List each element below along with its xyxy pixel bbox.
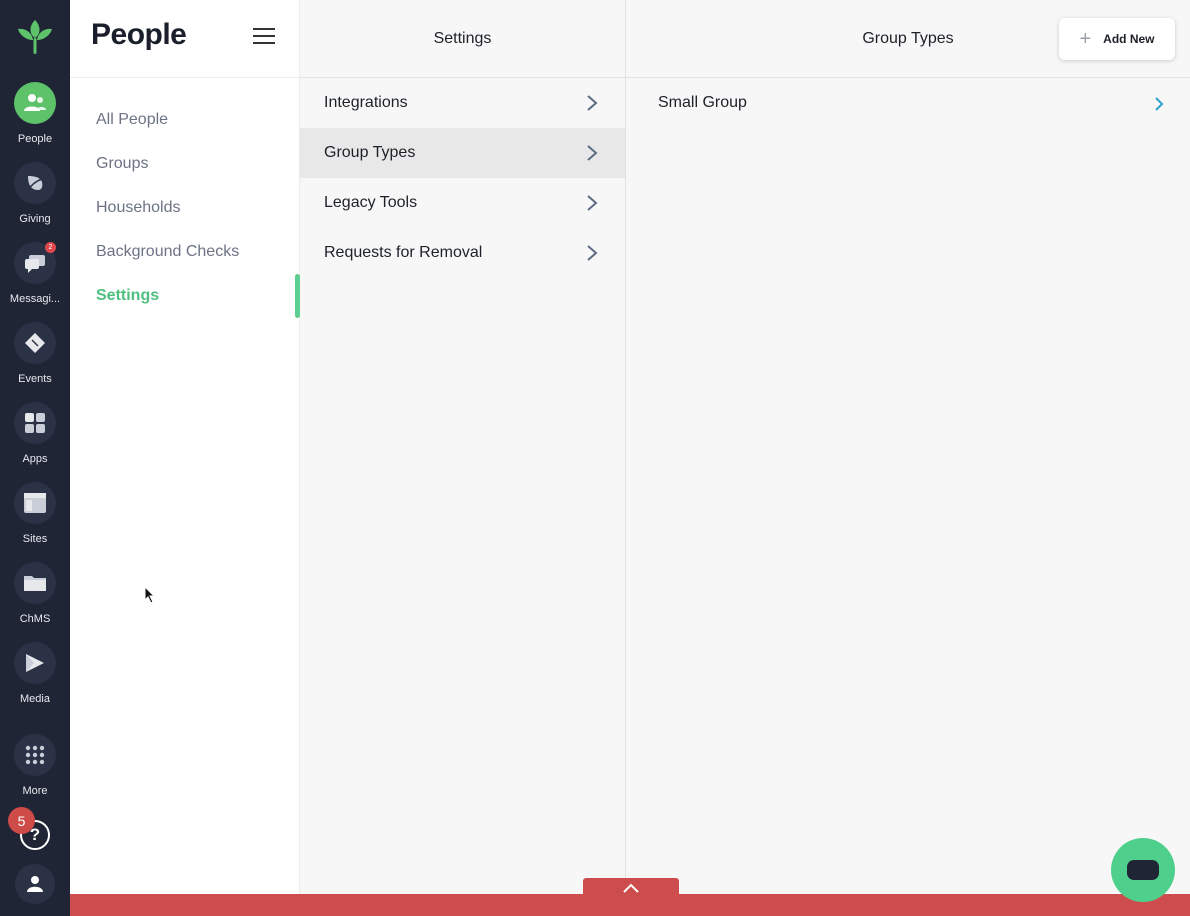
rail-label: Media: [20, 693, 50, 705]
settings-row-legacy-tools[interactable]: Legacy Tools: [300, 178, 625, 228]
rail-item-people[interactable]: People: [0, 82, 70, 145]
plus-icon: +: [1079, 28, 1092, 50]
rail-label: Messagi...: [9, 293, 61, 305]
sprout-logo-icon[interactable]: [15, 16, 55, 58]
rail-label: Events: [18, 373, 52, 385]
settings-header: Settings: [300, 0, 625, 78]
settings-row-group-types[interactable]: Group Types: [300, 128, 625, 178]
user-icon: [27, 876, 43, 892]
settings-row-integrations[interactable]: Integrations: [300, 78, 625, 128]
nav-item-households[interactable]: Households: [96, 199, 181, 217]
rail-label: Sites: [22, 533, 48, 545]
row-label: Legacy Tools: [324, 194, 418, 211]
row-label: Small Group: [658, 94, 747, 111]
chat-icon: [1127, 860, 1159, 880]
chevron-right-icon: [587, 95, 598, 111]
row-label: Requests for Removal: [324, 244, 483, 261]
page-title: People: [91, 18, 187, 51]
rail-item-apps[interactable]: Apps: [0, 402, 70, 465]
group-types-column: Group Types + Add New Small Group: [626, 0, 1190, 894]
nav-item-groups[interactable]: Groups: [96, 155, 148, 173]
nav-item-settings[interactable]: Settings: [96, 287, 159, 305]
rail-label: Giving: [19, 213, 51, 225]
chevron-right-icon: [587, 195, 598, 211]
ticket-icon: [25, 333, 45, 353]
mouse-cursor-icon: [144, 586, 156, 604]
chat-bubbles-icon: [25, 255, 45, 273]
people-icon: [24, 94, 46, 111]
rail-item-giving[interactable]: Giving: [0, 162, 70, 225]
divider: [70, 77, 300, 78]
messaging-badge: 2: [45, 242, 56, 253]
people-nav-panel: People All People Groups Households Back…: [70, 0, 300, 894]
settings-row-requests-for-removal[interactable]: Requests for Removal: [300, 228, 625, 278]
leaf-icon: [27, 176, 43, 191]
rail-label: People: [17, 133, 53, 145]
rail-item-more[interactable]: More: [0, 734, 70, 797]
account-avatar[interactable]: [15, 864, 55, 904]
add-new-label: Add New: [1103, 32, 1155, 46]
nav-item-background-checks[interactable]: Background Checks: [96, 243, 239, 261]
expand-drawer-button[interactable]: [583, 878, 679, 898]
apps-grid-icon: [25, 413, 45, 433]
help-badge: 5: [8, 807, 35, 834]
chevron-right-icon: [1155, 97, 1164, 111]
chevron-right-icon: [587, 145, 598, 161]
row-label: Group Types: [324, 144, 416, 161]
rail-item-events[interactable]: Events: [0, 322, 70, 385]
chevron-right-icon: [587, 245, 598, 261]
folder-icon: [24, 576, 46, 591]
app-rail: People Giving 2 Messagi... Events Apps S…: [0, 0, 70, 916]
play-icon: [26, 654, 44, 672]
settings-column: Settings Integrations Group Types Legacy…: [300, 0, 626, 894]
rail-item-chms[interactable]: ChMS: [0, 562, 70, 625]
rail-item-media[interactable]: Media: [0, 642, 70, 705]
chevron-up-icon: [623, 883, 639, 893]
add-new-button[interactable]: + Add New: [1059, 18, 1175, 60]
group-type-row-small-group[interactable]: Small Group: [626, 78, 1190, 128]
website-icon: [24, 493, 46, 513]
dots-grid-icon: [25, 745, 45, 765]
rail-item-messaging[interactable]: 2 Messagi...: [0, 242, 70, 305]
rail-label: ChMS: [19, 613, 51, 625]
hamburger-menu-icon[interactable]: [253, 28, 275, 46]
rail-label: Apps: [22, 453, 48, 465]
rail-item-sites[interactable]: Sites: [0, 482, 70, 545]
chat-support-button[interactable]: [1111, 838, 1175, 902]
row-label: Integrations: [324, 94, 408, 111]
rail-label: More: [22, 785, 48, 797]
nav-item-all-people[interactable]: All People: [96, 111, 168, 129]
